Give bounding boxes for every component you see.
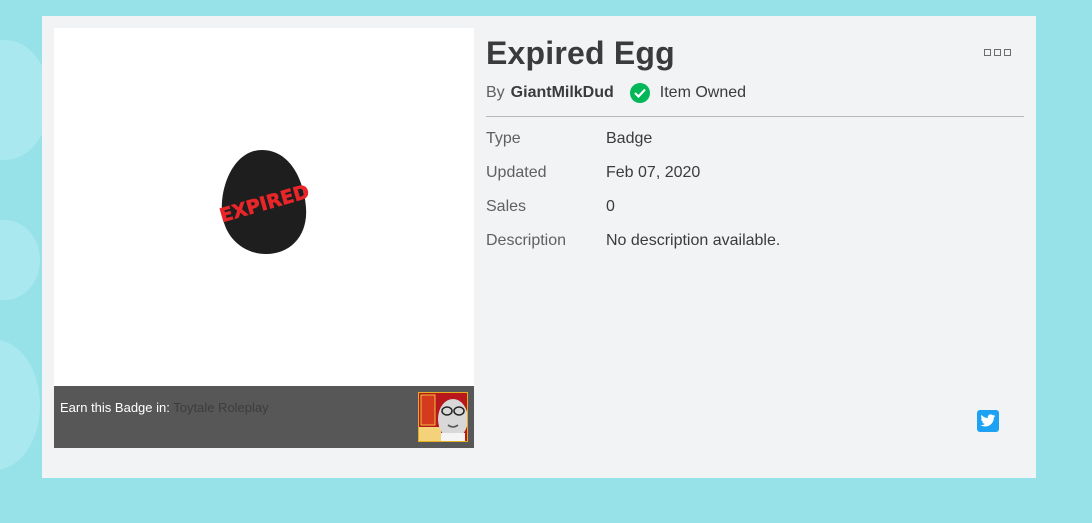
game-thumbnail[interactable] [418,392,468,442]
game-link[interactable]: Toytale Roleplay [173,400,268,415]
detail-row-sales: Sales 0 [486,198,615,216]
divider [486,116,1024,117]
detail-label: Type [486,130,521,147]
expired-egg-image: EXPIRED [214,146,314,258]
item-thumbnail: EXPIRED Earn this Badge in: Toytale Role… [54,28,474,448]
twitter-icon[interactable] [977,410,999,432]
earn-prefix: Earn this Badge in: [60,400,170,415]
background-cloud [0,220,40,300]
earn-badge-bar: Earn this Badge in: Toytale Roleplay [54,386,474,448]
checkmark-icon [629,83,650,103]
item-owned-label: Item Owned [659,84,747,101]
earn-text: Earn this Badge in: Toytale Roleplay [60,400,269,415]
item-details: Expired Egg By GiantMilkDud Item Owned T… [486,16,1024,478]
detail-value: Feb 07, 2020 [606,164,701,181]
detail-row-description: Description No description available. [486,232,780,250]
detail-label: Sales [486,198,527,215]
item-byline: By GiantMilkDud Item Owned [486,83,746,103]
detail-row-type: Type Badge [486,130,652,148]
background-cloud [0,340,40,470]
creator-link[interactable]: GiantMilkDud [511,84,614,102]
by-label: By [486,84,505,101]
more-options-icon[interactable] [984,49,1012,61]
detail-label: Description [486,232,567,249]
detail-value: 0 [606,198,615,215]
item-card: EXPIRED Earn this Badge in: Toytale Role… [42,16,1036,478]
item-title: Expired Egg [486,35,675,71]
detail-value: No description available. [606,232,781,249]
detail-label: Updated [486,164,547,181]
detail-value: Badge [606,130,653,147]
detail-row-updated: Updated Feb 07, 2020 [486,164,700,182]
